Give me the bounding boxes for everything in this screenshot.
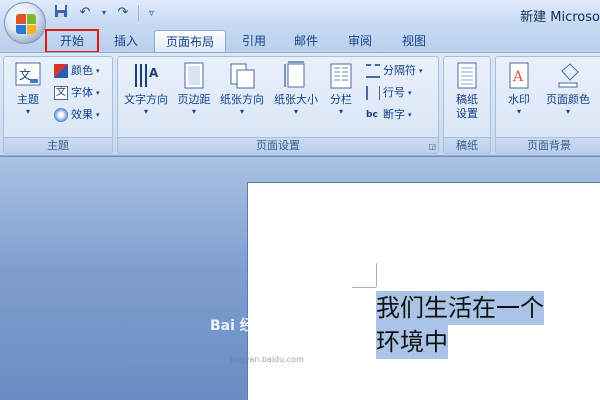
page-background-group: A 水印 ▾ 页面颜色 ▾ 页面背景 [495, 56, 600, 154]
draft-paper-group-label: 稿纸 [444, 137, 490, 153]
hyphenation-icon: bc [366, 110, 378, 120]
undo-icon[interactable]: ↶ [76, 4, 94, 22]
breaks-button[interactable]: 分隔符 ▾ [366, 61, 423, 81]
tab-home[interactable]: 开始 [45, 29, 99, 53]
tab-page-layout[interactable]: 页面布局 [154, 30, 226, 52]
theme-fonts-button[interactable]: 文 字体 ▾ [54, 83, 100, 103]
effects-icon [54, 108, 68, 122]
svg-text:A: A [149, 66, 159, 80]
document-area[interactable]: 我们生活在一个 环境中 Bai 经验 jingyan.baidu.com [0, 157, 600, 400]
draft-paper-group: 稿纸 设置 稿纸 [443, 56, 491, 154]
site-watermark-url: jingyan.baidu.com [230, 355, 304, 364]
tab-references[interactable]: 引用 [232, 30, 276, 52]
chevron-down-icon: ▾ [293, 107, 298, 116]
theme-colors-button[interactable]: 颜色 ▾ [54, 61, 100, 81]
page-setup-group: A 文字方向 ▾ 页边距 ▾ 纸张方向 ▾ 纸张大小 ▾ 分栏 ▾ 分隔符 ▾ … [117, 56, 439, 154]
redo-icon[interactable]: ↷ [114, 4, 132, 22]
themes-label: 主题 [17, 93, 39, 106]
title-bar: ↶ ▾ ↷ ▿ 新建 Microso [0, 0, 600, 28]
tab-insert[interactable]: 插入 [104, 30, 148, 52]
margins-icon [180, 61, 208, 91]
orientation-button[interactable]: 纸张方向 ▾ [216, 61, 268, 131]
page-color-button[interactable]: 页面颜色 ▾ [542, 61, 594, 131]
chevron-down-icon: ▾ [96, 111, 100, 119]
svg-text:A: A [512, 69, 524, 85]
svg-text:文: 文 [19, 67, 31, 82]
page-setup-group-label: 页面设置 [118, 137, 438, 153]
office-logo-icon [16, 14, 36, 34]
font-icon: 文 [54, 86, 68, 100]
chevron-down-icon: ▾ [191, 107, 196, 116]
themes-button[interactable]: 文 主题 ▾ [8, 61, 48, 131]
crop-mark [376, 263, 377, 287]
margins-button[interactable]: 页边距 ▾ [174, 61, 214, 131]
crop-mark [352, 287, 376, 288]
chevron-down-icon: ▾ [239, 107, 244, 116]
chevron-down-icon: ▾ [338, 107, 343, 116]
text-direction-button[interactable]: A 文字方向 ▾ [120, 61, 172, 131]
office-button[interactable] [4, 2, 46, 44]
hyphenation-button[interactable]: bc 断字 ▾ [366, 105, 412, 125]
paint-bucket-icon [554, 61, 582, 91]
save-icon[interactable] [52, 4, 70, 22]
site-watermark-logo: Bai 经验 [210, 318, 268, 334]
text-direction-icon: A [132, 61, 160, 91]
themes-group-label: 主题 [4, 137, 112, 153]
ribbon: 文 主题 ▾ 颜色 ▾ 文 字体 ▾ 效果 ▾ 主题 A 文字方向 ▾ 页边距 … [0, 52, 600, 156]
tab-mailings[interactable]: 邮件 [284, 30, 328, 52]
paper-size-icon [282, 61, 310, 91]
chevron-down-icon: ▾ [565, 107, 570, 116]
chevron-down-icon: ▾ [25, 107, 30, 116]
page-background-group-label: 页面背景 [496, 137, 600, 153]
line-numbers-button[interactable]: 行号 ▾ [366, 83, 412, 103]
dialog-launcher-icon[interactable]: ◲ [428, 142, 436, 151]
selected-text-line[interactable]: 我们生活在一个 [376, 291, 544, 325]
chevron-down-icon: ▾ [96, 67, 100, 75]
chevron-down-icon: ▾ [408, 111, 412, 119]
qat-separator [138, 5, 139, 21]
themes-group: 文 主题 ▾ 颜色 ▾ 文 字体 ▾ 效果 ▾ 主题 [3, 56, 113, 154]
document-page[interactable]: 我们生活在一个 环境中 [247, 182, 600, 400]
chevron-down-icon: ▾ [143, 107, 148, 116]
window-title: 新建 Microso [520, 10, 600, 25]
chevron-down-icon: ▾ [516, 107, 521, 116]
line-numbers-icon [366, 86, 380, 100]
ribbon-tabs: 开始 插入 页面布局 引用 邮件 审阅 视图 [0, 28, 600, 53]
themes-icon: 文 [14, 61, 42, 91]
theme-effects-button[interactable]: 效果 ▾ [54, 105, 100, 125]
watermark-button[interactable]: A 水印 ▾ [500, 61, 538, 131]
draft-paper-icon [453, 61, 481, 91]
draft-paper-button[interactable]: 稿纸 设置 [448, 61, 486, 131]
chevron-down-icon: ▾ [96, 89, 100, 97]
undo-dropdown-icon[interactable]: ▾ [100, 4, 108, 22]
tab-view[interactable]: 视图 [392, 30, 436, 52]
breaks-icon [366, 64, 380, 78]
quick-access-toolbar: ↶ ▾ ↷ ▿ [52, 4, 154, 22]
customize-qat-icon[interactable]: ▿ [149, 8, 154, 19]
watermark-icon: A [505, 61, 533, 91]
document-text[interactable]: 我们生活在一个 环境中 [376, 291, 600, 359]
chevron-down-icon: ▾ [419, 67, 423, 75]
selected-text-line[interactable]: 环境中 [376, 325, 448, 359]
size-button[interactable]: 纸张大小 ▾ [270, 61, 322, 131]
columns-icon [327, 61, 355, 91]
columns-button[interactable]: 分栏 ▾ [324, 61, 358, 131]
palette-icon [54, 64, 68, 78]
tab-review[interactable]: 审阅 [338, 30, 382, 52]
orientation-icon [228, 61, 256, 91]
chevron-down-icon: ▾ [408, 89, 412, 97]
